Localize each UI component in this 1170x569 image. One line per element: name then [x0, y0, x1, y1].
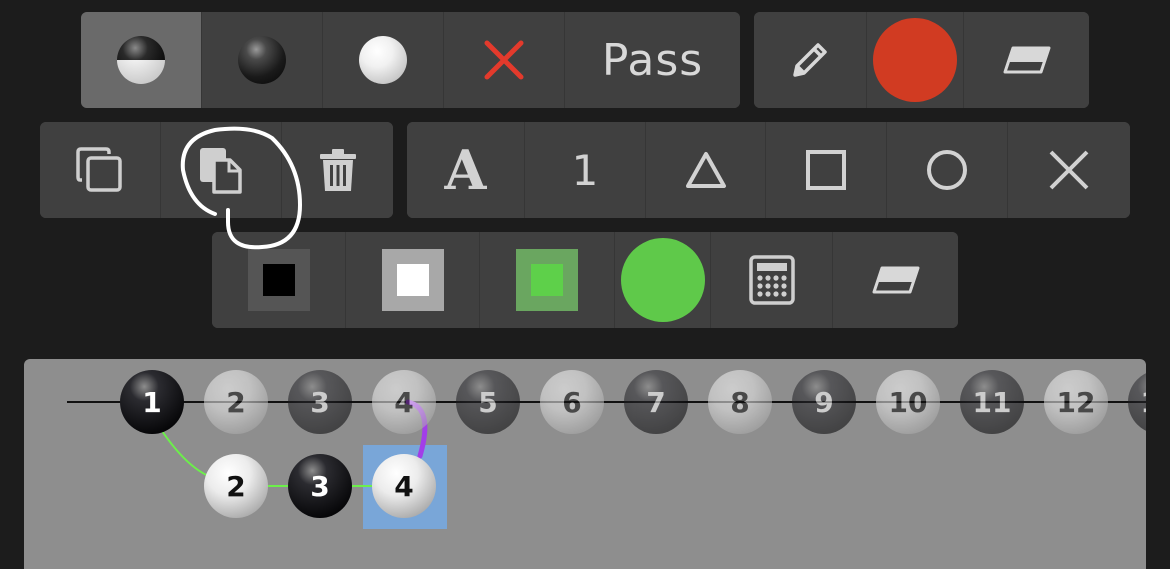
edit-toolbar: [40, 122, 393, 218]
red-color-swatch-icon: [873, 18, 957, 102]
white-shade-button[interactable]: [346, 232, 480, 328]
move-number-label: 3: [310, 386, 329, 419]
move-number-label: 7: [646, 386, 665, 419]
number-label-button[interactable]: 1: [525, 122, 646, 218]
green-shade-icon: [516, 249, 578, 311]
cross-mark-button[interactable]: [1008, 122, 1130, 218]
main-line-move[interactable]: 5: [456, 370, 520, 434]
main-line-move[interactable]: 9: [792, 370, 856, 434]
black-shade-icon: [247, 249, 310, 311]
move-number-label: 6: [562, 386, 581, 419]
draw-toolbar: [754, 12, 1089, 108]
move-tree-canvas: 12345678910111213234: [67, 370, 1146, 529]
triangle-mark-button[interactable]: [646, 122, 766, 218]
eraser-icon: [1003, 46, 1050, 74]
letter-label-icon: A: [444, 138, 487, 202]
variation-move[interactable]: 3: [288, 454, 352, 518]
move-number-label: 9: [814, 386, 833, 419]
eraser-icon: [872, 266, 919, 294]
eraser-button[interactable]: [964, 12, 1089, 108]
paste-icon: [200, 148, 242, 194]
delete-button[interactable]: [282, 122, 393, 218]
stone-toolbar: Pass: [81, 12, 740, 108]
variation-move[interactable]: 2: [204, 454, 268, 518]
shade-toolbar: [212, 232, 958, 328]
copy-button[interactable]: [40, 122, 161, 218]
move-number-label: 2: [226, 386, 245, 419]
pass-button[interactable]: Pass: [565, 12, 740, 108]
variation-move[interactable]: 4: [372, 454, 436, 518]
pass-label: Pass: [601, 34, 704, 86]
black-stone-icon: [238, 36, 286, 84]
main-line-move[interactable]: 10: [876, 370, 940, 434]
pencil-icon: [793, 43, 827, 77]
black-shade-button[interactable]: [212, 232, 346, 328]
move-number-label: 3: [310, 470, 329, 503]
black-stone-button[interactable]: [202, 12, 323, 108]
calculator-button[interactable]: [711, 232, 833, 328]
move-number-label: 10: [889, 386, 928, 419]
move-number-label: 4: [394, 386, 413, 419]
pencil-button[interactable]: [754, 12, 867, 108]
shade-eraser-button[interactable]: [833, 232, 958, 328]
white-stone-button[interactable]: [323, 12, 444, 108]
green-color-button[interactable]: [615, 232, 711, 328]
move-tree-panel[interactable]: 12345678910111213234: [24, 359, 1146, 569]
calculator-icon: [748, 255, 795, 305]
number-label-icon: 1: [571, 145, 599, 195]
square-mark-button[interactable]: [766, 122, 887, 218]
green-color-swatch-icon: [620, 238, 705, 322]
marks-toolbar: A 1: [407, 122, 1130, 218]
circle-mark-icon: [927, 150, 967, 190]
main-line-move[interactable]: 3: [288, 370, 352, 434]
move-number-label: 2: [226, 470, 245, 503]
move-number-label: 12: [1057, 386, 1096, 419]
half-black-white-stone-icon: [117, 36, 165, 84]
move-number-label: 4: [394, 470, 413, 503]
letter-label-button[interactable]: A: [407, 122, 525, 218]
red-color-button[interactable]: [867, 12, 964, 108]
move-number-label: 5: [478, 386, 497, 419]
main-line-move[interactable]: 13: [1128, 370, 1146, 434]
main-line-move[interactable]: 1: [120, 370, 184, 434]
main-line-move[interactable]: 11: [960, 370, 1024, 434]
main-line-move[interactable]: 7: [624, 370, 688, 434]
move-number-label: 11: [973, 386, 1012, 419]
circle-mark-button[interactable]: [887, 122, 1008, 218]
move-number-label: 1: [142, 386, 161, 419]
remove-stone-button[interactable]: [444, 12, 565, 108]
cross-mark-icon: [1049, 150, 1089, 190]
main-line-move[interactable]: 12: [1044, 370, 1108, 434]
main-line-move[interactable]: 6: [540, 370, 604, 434]
main-line-move[interactable]: 4: [372, 370, 436, 434]
copy-icon: [76, 147, 122, 192]
white-stone-icon: [359, 36, 407, 84]
main-line-move[interactable]: 8: [708, 370, 772, 434]
move-number-label: 13: [1141, 386, 1146, 419]
main-line-move[interactable]: 2: [204, 370, 268, 434]
white-shade-icon: [381, 249, 444, 311]
triangle-mark-icon: [685, 152, 726, 188]
move-number-label: 8: [730, 386, 749, 419]
square-mark-icon: [806, 150, 846, 190]
red-x-icon: [484, 40, 524, 80]
green-shade-button[interactable]: [480, 232, 615, 328]
trash-icon: [319, 149, 356, 191]
alternate-stone-button[interactable]: [81, 12, 202, 108]
paste-button[interactable]: [161, 122, 282, 218]
